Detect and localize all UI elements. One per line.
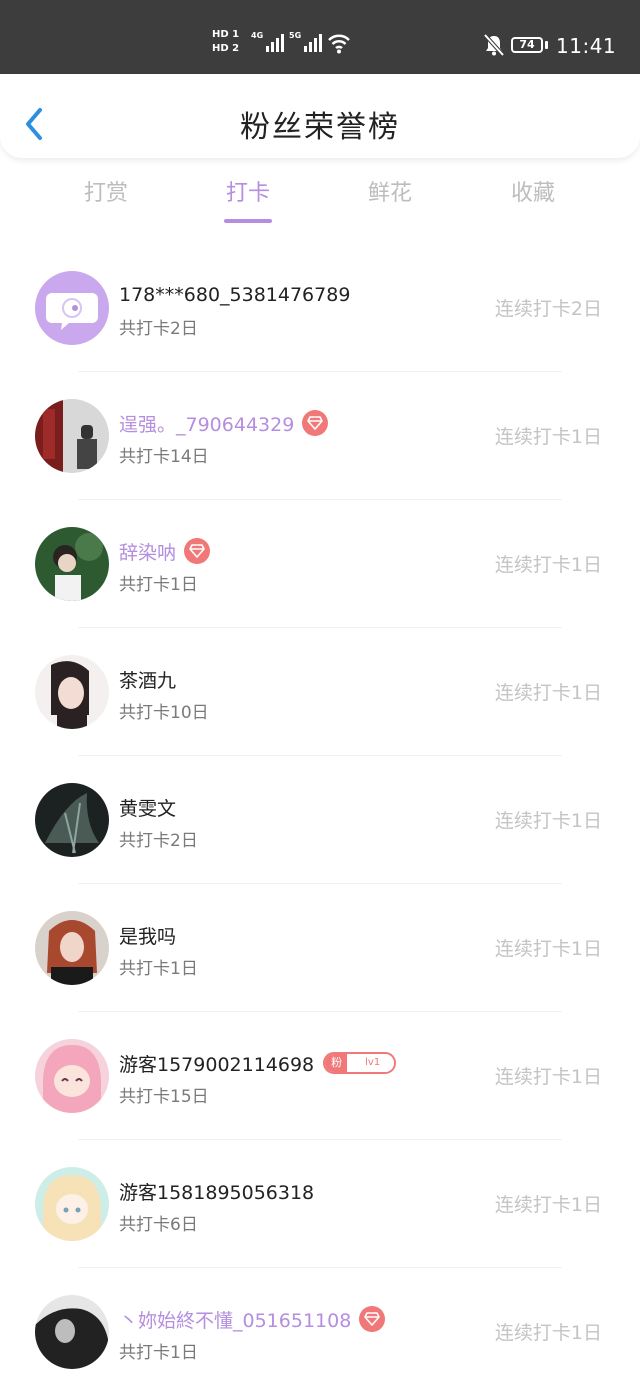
vip-gem-badge: [302, 410, 329, 436]
total-checkins: 共打卡2日: [119, 319, 198, 339]
wifi-icon: [328, 34, 350, 54]
hd1-label: HD 1: [212, 29, 240, 40]
total-checkins: 共打卡1日: [119, 959, 198, 979]
user-photo: [35, 1039, 109, 1113]
fan-list: 178***680_5381476789 共打卡2日 连续打卡2日 逞强。_79…: [0, 244, 640, 1396]
tab-flowers[interactable]: 鲜花: [340, 175, 440, 225]
user-name: 丶妳始終不懂_051651108: [119, 1309, 352, 1332]
user-name: 逞强。_790644329: [119, 413, 295, 436]
tab-bar: 打赏 打卡 鲜花 收藏: [0, 175, 640, 227]
total-checkins: 共打卡15日: [119, 1087, 209, 1107]
total-checkins: 共打卡2日: [119, 831, 198, 851]
active-tab-indicator: [224, 219, 272, 223]
streak-days: 连续打卡1日: [494, 426, 602, 448]
user-name: 辞染呐: [119, 541, 177, 564]
list-item[interactable]: 逞强。_790644329 共打卡14日 连续打卡1日: [0, 372, 640, 500]
avatar: [35, 911, 109, 985]
user-photo: [35, 1295, 109, 1369]
avatar: [35, 1295, 109, 1369]
user-photo: [35, 911, 109, 985]
total-checkins: 共打卡1日: [119, 575, 198, 595]
streak-days: 连续打卡1日: [494, 554, 602, 576]
net2-label: 5G: [289, 31, 302, 40]
list-item[interactable]: 游客1579002114698 粉 lv1 共打卡15日 连续打卡1日: [0, 1012, 640, 1140]
streak-days: 连续打卡1日: [494, 810, 602, 832]
user-photo: [35, 655, 109, 729]
diamond-icon: [364, 1312, 381, 1326]
header: 粉丝荣誉榜: [0, 74, 640, 158]
streak-days: 连续打卡2日: [494, 298, 602, 320]
list-item[interactable]: 黄雯文 共打卡2日 连续打卡1日: [0, 756, 640, 884]
user-name: 是我吗: [119, 925, 177, 948]
user-name: 游客1581895056318: [119, 1181, 315, 1204]
list-item[interactable]: 茶酒九 共打卡10日 连续打卡1日: [0, 628, 640, 756]
tab-checkin-label: 打卡: [225, 181, 270, 206]
bell-mute-icon: [483, 33, 505, 57]
signal-5g-icon: 5G: [289, 31, 323, 52]
avatar: [35, 271, 109, 345]
tab-reward[interactable]: 打赏: [56, 175, 156, 225]
avatar: [35, 399, 109, 473]
list-item[interactable]: 178***680_5381476789 共打卡2日 连续打卡2日: [0, 244, 640, 372]
avatar: [35, 783, 109, 857]
fan-badge-level: lv1: [347, 1054, 395, 1072]
streak-days: 连续打卡1日: [494, 1066, 602, 1088]
vip-gem-badge: [184, 538, 211, 564]
tab-checkin[interactable]: 打卡: [198, 175, 298, 225]
vip-gem-badge: [359, 1306, 386, 1332]
user-photo: [35, 1167, 109, 1241]
net1-label: 4G: [251, 31, 264, 40]
fan-level-badge: 粉 lv1: [323, 1052, 397, 1074]
streak-days: 连续打卡1日: [494, 682, 602, 704]
diamond-icon: [189, 544, 205, 558]
streak-days: 连续打卡1日: [494, 1194, 602, 1216]
avatar: [35, 1039, 109, 1113]
avatar: [35, 1167, 109, 1241]
avatar: [35, 527, 109, 601]
tab-favorites[interactable]: 收藏: [483, 175, 583, 225]
battery-icon: 74: [511, 37, 543, 53]
total-checkins: 共打卡1日: [119, 1343, 198, 1363]
hd-indicators: HD 1 HD 2: [212, 28, 246, 56]
list-item[interactable]: 丶妳始終不懂_051651108 共打卡1日 连续打卡1日: [0, 1268, 640, 1396]
user-name: 茶酒九: [119, 669, 177, 692]
fan-badge-label: 粉: [325, 1054, 348, 1072]
total-checkins: 共打卡10日: [119, 703, 209, 723]
list-item[interactable]: 游客1581895056318 共打卡6日 连续打卡1日: [0, 1140, 640, 1268]
battery-tip: [545, 41, 548, 49]
page-title: 粉丝荣誉榜: [240, 110, 400, 145]
total-checkins: 共打卡14日: [119, 447, 209, 467]
list-item[interactable]: 辞染呐 共打卡1日 连续打卡1日: [0, 500, 640, 628]
user-name: 游客1579002114698: [119, 1053, 315, 1076]
avatar: [35, 655, 109, 729]
streak-days: 连续打卡1日: [494, 938, 602, 960]
list-item[interactable]: 是我吗 共打卡1日 连续打卡1日: [0, 884, 640, 1012]
user-photo: [35, 399, 109, 473]
clock: 11:41: [556, 34, 617, 58]
hd2-label: HD 2: [212, 43, 240, 54]
signal-4g-icon: 4G: [251, 31, 285, 52]
user-photo: [35, 527, 109, 601]
user-name: 黄雯文: [119, 797, 177, 820]
status-bar: HD 1 HD 2 4G 5G 74 11:41: [0, 0, 640, 74]
diamond-icon: [307, 416, 324, 430]
user-name: 178***680_5381476789: [119, 284, 351, 306]
user-photo: [35, 783, 109, 857]
default-avatar-icon: [35, 271, 109, 345]
streak-days: 连续打卡1日: [494, 1322, 602, 1344]
total-checkins: 共打卡6日: [119, 1215, 198, 1235]
